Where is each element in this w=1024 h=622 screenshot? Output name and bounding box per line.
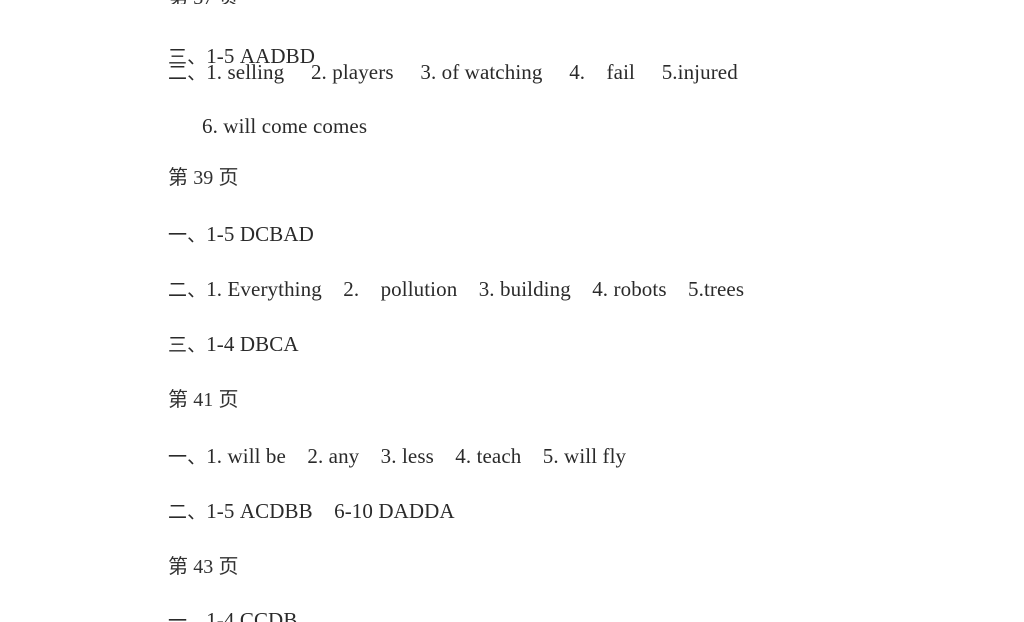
section-marker-one: 一、 (168, 446, 207, 468)
answer-line-43-section1: 一、1-4 CCDB (168, 608, 297, 622)
answer-text-39-section2: 1. Everything 2. pollution 3. building 4… (206, 277, 745, 301)
document-page: 第 37 页 三、1-5 AADBD 二、1. selling 2. playe… (0, 0, 1024, 622)
section-marker-two: 二、 (168, 501, 207, 523)
answer-line-41-section1: 一、1. will be 2. any 3. less 4. teach 5. … (168, 444, 626, 470)
answer-line-41-section2: 二、1-5 ACDBB 6-10 DADDA (168, 499, 455, 525)
answer-text-41-section1: 1. will be 2. any 3. less 4. teach 5. wi… (206, 444, 627, 468)
answer-line-37-section3: 三、1-5 AADBD (168, 44, 315, 70)
document-ink-layer: 第 37 页 三、1-5 AADBD 二、1. selling 2. playe… (0, 0, 1024, 622)
answer-text-43-section1: 1-4 CCDB (206, 608, 298, 622)
page-heading-37: 第 37 页 (168, 0, 239, 4)
page-heading-39: 第 39 页 (168, 167, 239, 189)
answer-line-39-section3: 三、1-4 DBCA (168, 332, 299, 358)
section-marker-two: 二、 (168, 279, 207, 301)
section-marker-one: 一、 (168, 610, 207, 622)
answer-text-37-section3: 1-5 AADBD (206, 44, 316, 68)
answer-text-39-section1: 1-5 DCBAD (206, 222, 314, 246)
section-marker-three: 三、 (168, 46, 207, 68)
section-marker-one: 一、 (168, 224, 207, 246)
page-heading-43: 第 43 页 (168, 556, 239, 578)
answer-text-39-section3: 1-4 DBCA (206, 332, 299, 356)
page-heading-41: 第 41 页 (168, 389, 239, 411)
answer-line-37-section2-continued: 6. will come comes (202, 114, 368, 138)
section-marker-three: 三、 (168, 334, 207, 356)
answer-line-39-section1: 一、1-5 DCBAD (168, 222, 314, 248)
answer-text-41-section2: 1-5 ACDBB 6-10 DADDA (206, 499, 455, 523)
answer-line-39-section2: 二、1. Everything 2. pollution 3. building… (168, 277, 744, 303)
